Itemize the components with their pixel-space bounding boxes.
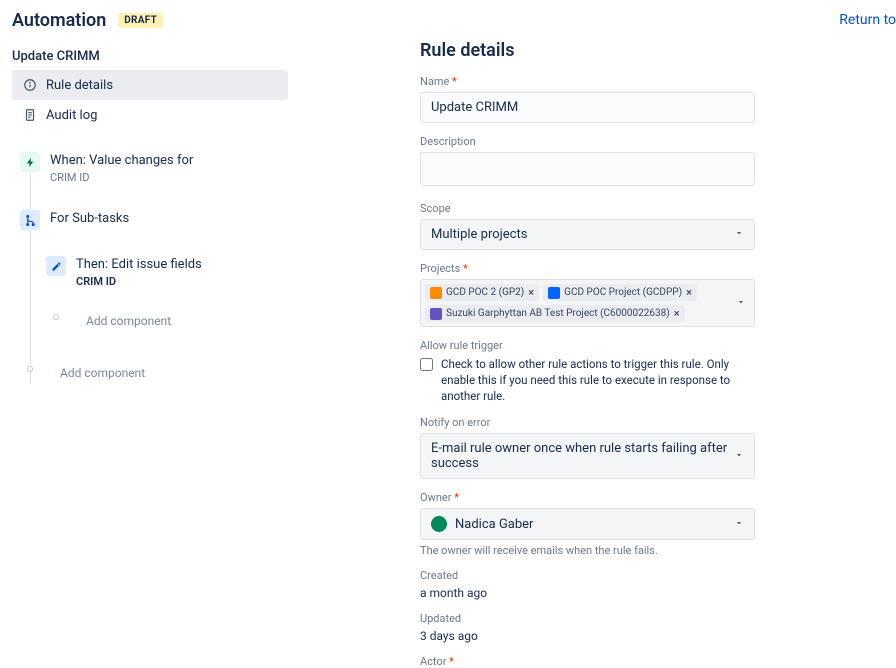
remove-chip-icon[interactable]: × (674, 307, 680, 320)
add-component-outer[interactable]: Add component (12, 362, 288, 384)
pencil-icon (46, 256, 66, 276)
trigger-sub: CRIM ID (50, 171, 193, 184)
chevron-down-icon (734, 517, 744, 532)
notify-select[interactable]: E-mail rule owner once when rule starts … (420, 433, 755, 479)
notify-label: Notify on error (420, 416, 896, 429)
project-chip-label: GCD POC 2 (GP2) (446, 287, 524, 298)
add-dot-icon (27, 366, 33, 372)
project-icon (430, 287, 442, 299)
rule-name-heading: Update CRIMM (12, 49, 288, 64)
scope-label: Scope (420, 202, 896, 215)
add-dot-icon (53, 314, 59, 320)
project-icon (430, 308, 442, 320)
description-label: Description (420, 135, 896, 148)
branch-label: For Sub-tasks (50, 210, 129, 228)
branch-icon (20, 210, 40, 230)
description-input[interactable] (420, 152, 755, 186)
project-chip-label: GCD POC Project (GCDPP) (564, 287, 682, 298)
page-title: Automation (12, 10, 106, 31)
scope-select[interactable]: Multiple projects (420, 219, 755, 250)
owner-help-text: The owner will receive emails when the r… (420, 544, 896, 557)
created-value: a month ago (420, 586, 896, 600)
bolt-icon (20, 152, 40, 172)
projects-select[interactable]: GCD POC 2 (GP2) × GCD POC Project (GCDPP… (420, 279, 755, 327)
info-icon (22, 77, 38, 93)
nav-rule-details-label: Rule details (46, 78, 113, 93)
actor-label: Actor (420, 655, 896, 668)
allow-trigger-text: Check to allow other rule actions to tri… (441, 356, 755, 404)
owner-label: Owner (420, 491, 896, 504)
nav-rule-details[interactable]: Rule details (12, 70, 288, 100)
projects-label: Projects (420, 262, 896, 275)
add-component-outer-label: Add component (60, 366, 145, 380)
owner-value: Nadica Gaber (455, 517, 533, 532)
chevron-down-icon (734, 449, 744, 464)
created-label: Created (420, 569, 896, 582)
section-title: Rule details (420, 40, 896, 61)
chevron-down-icon (736, 295, 746, 311)
project-icon (548, 287, 560, 299)
action-sub: CRIM ID (76, 275, 202, 288)
trigger-label: When: Value changes for (50, 152, 193, 170)
action-node[interactable]: Then: Edit issue fields CRIM ID (38, 252, 288, 292)
notify-value: E-mail rule owner once when rule starts … (431, 441, 734, 471)
project-chip: Suzuki Garphyttan AB Test Project (C6000… (425, 305, 685, 322)
add-component-inner[interactable]: Add component (38, 310, 288, 332)
document-icon (22, 107, 38, 123)
nav-audit-log[interactable]: Audit log (12, 100, 288, 130)
project-chip-label: Suzuki Garphyttan AB Test Project (C6000… (446, 308, 670, 319)
scope-value: Multiple projects (431, 227, 527, 242)
remove-chip-icon[interactable]: × (686, 286, 692, 299)
owner-select[interactable]: Nadica Gaber (420, 508, 755, 540)
avatar-icon (431, 516, 447, 532)
add-component-inner-label: Add component (86, 314, 171, 328)
project-chip: GCD POC 2 (GP2) × (425, 284, 539, 301)
updated-label: Updated (420, 612, 896, 625)
branch-node[interactable]: For Sub-tasks (12, 206, 288, 234)
allow-trigger-label: Allow rule trigger (420, 339, 896, 352)
action-label: Then: Edit issue fields (76, 256, 202, 274)
name-label: Name (420, 75, 896, 88)
allow-trigger-checkbox[interactable] (420, 358, 433, 371)
updated-value: 3 days ago (420, 629, 896, 643)
return-link[interactable]: Return to (839, 12, 896, 28)
draft-badge: DRAFT (118, 13, 163, 28)
name-input[interactable] (420, 92, 755, 123)
chevron-down-icon (734, 227, 744, 242)
project-chip: GCD POC Project (GCDPP) × (543, 284, 697, 301)
remove-chip-icon[interactable]: × (528, 286, 534, 299)
trigger-node[interactable]: When: Value changes for CRIM ID (12, 148, 288, 188)
nav-audit-log-label: Audit log (46, 108, 97, 123)
